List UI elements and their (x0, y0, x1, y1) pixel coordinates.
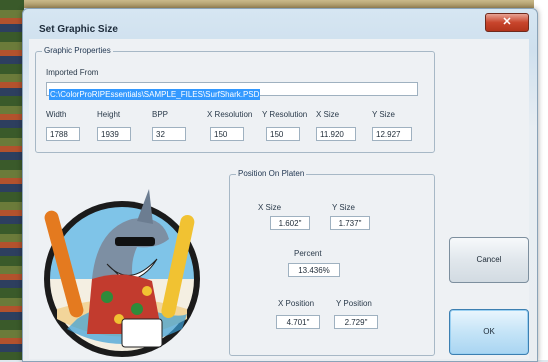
y-resolution-label: Y Resolution (262, 110, 308, 119)
imported-from-path-field[interactable]: C:\ColorProRIPEssentials\SAMPLE_FILES\Su… (46, 82, 418, 100)
width-label: Width (46, 110, 67, 119)
y-size-field[interactable]: 12.927 (372, 127, 412, 141)
dialog-title: Set Graphic Size (39, 24, 118, 35)
height-label: Height (97, 110, 121, 119)
position-on-platen-legend: Position On Platen (236, 169, 307, 178)
x-position-field[interactable]: 4.701" (276, 315, 320, 329)
percent-field[interactable]: 13.436% (288, 263, 340, 277)
x-resolution-label: X Resolution (207, 110, 253, 119)
y-size-label: Y Size (372, 110, 395, 119)
x-size-field[interactable]: 11.920 (316, 127, 356, 141)
close-icon: ✕ (502, 16, 512, 28)
x-resolution-field[interactable]: 150 (210, 127, 244, 141)
y-position-label: Y Position (336, 299, 372, 308)
position-on-platen-group: Position On Platen X Size 1.602" Y Size … (229, 169, 435, 356)
x-position-label: X Position (278, 299, 315, 308)
x-size-label: X Size (316, 110, 340, 119)
y-position-field[interactable]: 2.729" (334, 315, 378, 329)
y-resolution-field[interactable]: 150 (266, 127, 300, 141)
platen-x-size-field[interactable]: 1.602" (270, 216, 310, 230)
background-window-strip (0, 0, 548, 8)
imported-from-path-text: C:\ColorProRIPEssentials\SAMPLE_FILES\Su… (49, 89, 261, 100)
cancel-button[interactable]: Cancel (449, 237, 529, 283)
dialog-client-area: Graphic Properties Imported From C:\Colo… (29, 39, 529, 359)
platen-y-size-field[interactable]: 1.737" (330, 216, 370, 230)
ok-button[interactable]: OK (449, 309, 529, 355)
height-field[interactable]: 1939 (97, 127, 131, 141)
background-window-edge (0, 0, 24, 360)
percent-label: Percent (294, 249, 322, 258)
platen-x-size-label: X Size (258, 203, 282, 212)
graphic-properties-legend: Graphic Properties (42, 46, 113, 55)
imported-from-label: Imported From (46, 68, 99, 77)
graphic-properties-group: Graphic Properties Imported From C:\Colo… (35, 46, 435, 153)
set-graphic-size-dialog: Set Graphic Size ✕ Graphic Properties Im… (22, 8, 538, 362)
bpp-label: BPP (152, 110, 169, 119)
bpp-field[interactable]: 32 (152, 127, 186, 141)
close-button[interactable]: ✕ (485, 13, 529, 32)
title-bar: Set Graphic Size ✕ (23, 9, 537, 39)
graphic-preview-image (44, 189, 200, 357)
width-field[interactable]: 1788 (46, 127, 80, 141)
platen-y-size-label: Y Size (332, 203, 355, 212)
